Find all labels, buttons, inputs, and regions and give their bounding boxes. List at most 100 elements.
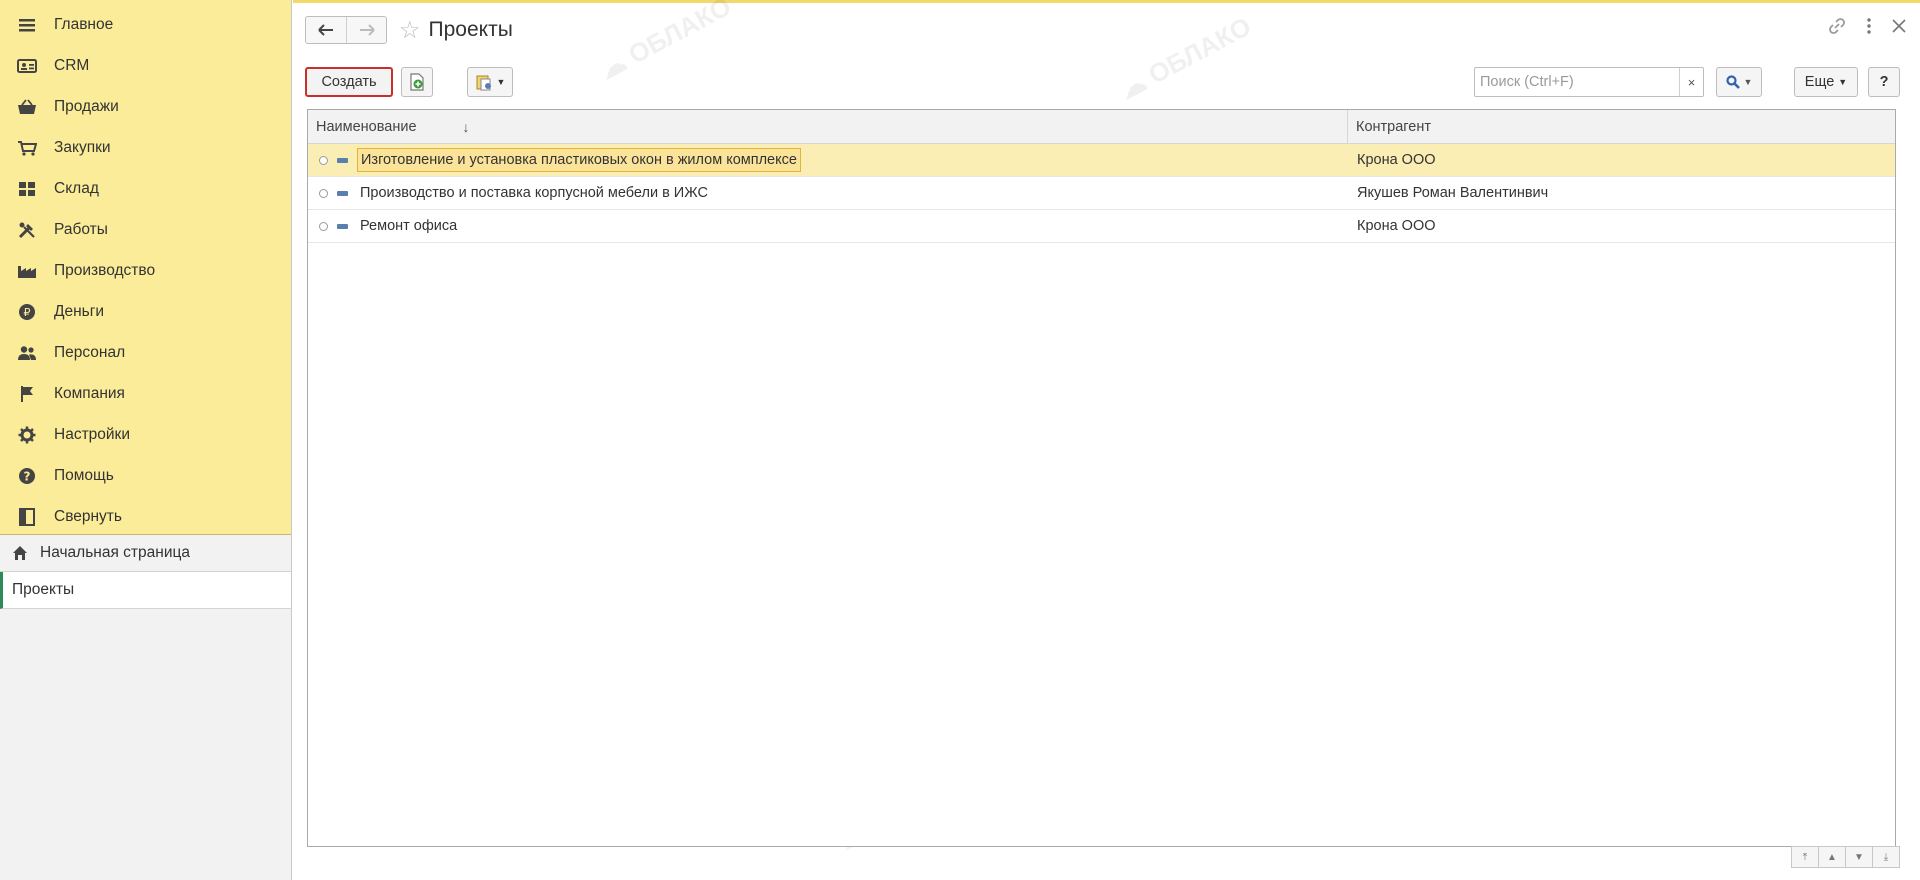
link-icon[interactable] bbox=[1828, 17, 1846, 40]
forward-button[interactable] bbox=[346, 17, 386, 43]
table-header: Наименование ↓ Контрагент bbox=[308, 110, 1895, 144]
search-icon bbox=[1725, 75, 1740, 89]
menu-item-label: Продажи bbox=[54, 97, 119, 115]
copy-button[interactable] bbox=[401, 67, 433, 97]
cell-contractor: Якушев Роман Валентинвич bbox=[1357, 185, 1549, 201]
gear-icon bbox=[16, 424, 38, 446]
projects-table: Наименование ↓ Контрагент Изготовление и… bbox=[307, 109, 1896, 847]
row-name-text: Производство и поставка корпусной мебели… bbox=[360, 185, 708, 201]
create-based-on-button[interactable]: ▼ bbox=[467, 67, 513, 97]
menu-item-purchases[interactable]: Закупки bbox=[0, 127, 291, 168]
scroll-bottom-icon: ⤓ bbox=[1883, 851, 1889, 863]
cell-name: Изготовление и установка пластиковых око… bbox=[308, 148, 1348, 172]
main-area: ☁ ОБЛАКО ☁ ОБЛАКО ☁ ОБЛАКО ☁ ОБЛАКО ☁ ОБ… bbox=[293, 0, 1920, 880]
menu-item-crm[interactable]: CRM bbox=[0, 45, 291, 86]
scroll-top-icon: ⤒ bbox=[1802, 851, 1808, 863]
nav-open-projects[interactable]: Проекты bbox=[0, 572, 291, 609]
cell-name: Производство и поставка корпусной мебели… bbox=[308, 185, 1348, 201]
svg-text:?: ? bbox=[24, 469, 31, 483]
more-actions-button[interactable]: Еще ▼ bbox=[1794, 67, 1858, 97]
home-icon bbox=[10, 543, 30, 563]
create-button[interactable]: Создать bbox=[305, 67, 393, 97]
row-marker-icon bbox=[319, 155, 328, 165]
command-bar: Создать ▼ × ▼ Еще ▼ ? bbox=[305, 67, 1900, 99]
menu-item-production[interactable]: Производство bbox=[0, 250, 291, 291]
menu-item-label: Персонал bbox=[54, 343, 126, 361]
menu-item-label: Деньги bbox=[54, 302, 105, 320]
menu-item-label: Производство bbox=[54, 261, 156, 279]
menu-item-warehouse[interactable]: Склад bbox=[0, 168, 291, 209]
hamburger-icon bbox=[16, 14, 38, 36]
chevron-down-icon: ▼ bbox=[496, 77, 506, 87]
column-header-label: Контрагент bbox=[1356, 118, 1431, 135]
menu-item-label: Настройки bbox=[54, 425, 131, 443]
menu-item-label: Свернуть bbox=[54, 507, 122, 525]
menu-item-collapse[interactable]: Свернуть bbox=[0, 496, 291, 537]
column-header-label: Наименование bbox=[316, 118, 417, 135]
search-button[interactable]: ▼ bbox=[1716, 67, 1762, 97]
scroll-to-bottom-button[interactable]: ⤓ bbox=[1872, 846, 1900, 868]
menu-item-main[interactable]: Главное bbox=[0, 4, 291, 45]
scroll-down-button[interactable]: ▼ bbox=[1845, 846, 1873, 868]
add-document-icon bbox=[410, 73, 424, 91]
menu-item-settings[interactable]: Настройки bbox=[0, 414, 291, 455]
search-input[interactable] bbox=[1475, 68, 1679, 96]
flag-icon bbox=[16, 383, 38, 405]
window-actions bbox=[1828, 17, 1906, 40]
column-header-contractor[interactable]: Контрагент bbox=[1348, 110, 1431, 143]
project-icon bbox=[337, 157, 348, 163]
menu-item-money[interactable]: ₽ Деньги bbox=[0, 291, 291, 332]
back-button[interactable] bbox=[306, 17, 346, 43]
chevron-down-icon: ▼ bbox=[1743, 77, 1753, 87]
cell-contractor: Крона ООО bbox=[1357, 218, 1436, 234]
arrow-left-icon bbox=[318, 24, 333, 36]
table-row[interactable]: Изготовление и установка пластиковых око… bbox=[308, 144, 1895, 177]
warehouse-icon bbox=[16, 178, 38, 200]
scroll-to-top-button[interactable]: ⤒ bbox=[1791, 846, 1819, 868]
menu-item-works[interactable]: Работы bbox=[0, 209, 291, 250]
history-nav bbox=[305, 16, 387, 44]
ruble-icon: ₽ bbox=[16, 301, 38, 323]
scroll-up-button[interactable]: ▲ bbox=[1818, 846, 1846, 868]
menu-item-label: Помощь bbox=[54, 466, 114, 484]
menu-item-company[interactable]: Компания bbox=[0, 373, 291, 414]
search-clear-button[interactable]: × bbox=[1679, 68, 1703, 96]
menu-item-help[interactable]: ? Помощь bbox=[0, 455, 291, 496]
menu-item-personnel[interactable]: Персонал bbox=[0, 332, 291, 373]
row-name-text: Изготовление и установка пластиковых око… bbox=[357, 148, 801, 172]
menu-item-label: Главное bbox=[54, 15, 114, 33]
row-marker-icon bbox=[319, 188, 328, 198]
collapse-icon bbox=[16, 506, 38, 528]
arrow-right-icon bbox=[359, 24, 375, 36]
menu-item-sales[interactable]: Продажи bbox=[0, 86, 291, 127]
help-button[interactable]: ? bbox=[1868, 67, 1900, 97]
cell-name: Ремонт офиса bbox=[308, 218, 1348, 234]
project-icon bbox=[337, 190, 348, 196]
menu-item-label: Работы bbox=[54, 220, 108, 238]
more-actions-label: Еще bbox=[1804, 74, 1835, 90]
nav-current-label: Проекты bbox=[12, 581, 75, 598]
search-box: × bbox=[1474, 67, 1704, 97]
close-icon[interactable] bbox=[1892, 17, 1906, 40]
row-marker-icon bbox=[319, 221, 328, 231]
favorite-star-icon[interactable]: ☆ bbox=[399, 16, 421, 45]
help-icon: ? bbox=[16, 465, 38, 487]
contact-card-icon bbox=[16, 55, 38, 77]
svg-text:₽: ₽ bbox=[24, 306, 31, 319]
project-icon bbox=[337, 223, 348, 229]
factory-icon bbox=[16, 260, 38, 282]
menu-item-label: Закупки bbox=[54, 138, 111, 156]
nav-home-page[interactable]: Начальная страница bbox=[0, 535, 291, 572]
table-row[interactable]: Производство и поставка корпусной мебели… bbox=[308, 177, 1895, 210]
page-title: Проекты bbox=[428, 18, 513, 41]
triangle-down-icon: ▼ bbox=[1854, 851, 1864, 863]
column-header-name[interactable]: Наименование ↓ bbox=[308, 110, 1348, 143]
more-vertical-icon[interactable] bbox=[1866, 17, 1872, 40]
sort-down-icon: ↓ bbox=[462, 118, 470, 135]
cart-icon bbox=[16, 137, 38, 159]
menu-item-label: Компания bbox=[54, 384, 125, 402]
basket-icon bbox=[16, 96, 38, 118]
table-row[interactable]: Ремонт офиса Крона ООО bbox=[308, 210, 1895, 243]
menu-item-label: CRM bbox=[54, 56, 90, 74]
menu-item-label: Склад bbox=[54, 179, 99, 197]
